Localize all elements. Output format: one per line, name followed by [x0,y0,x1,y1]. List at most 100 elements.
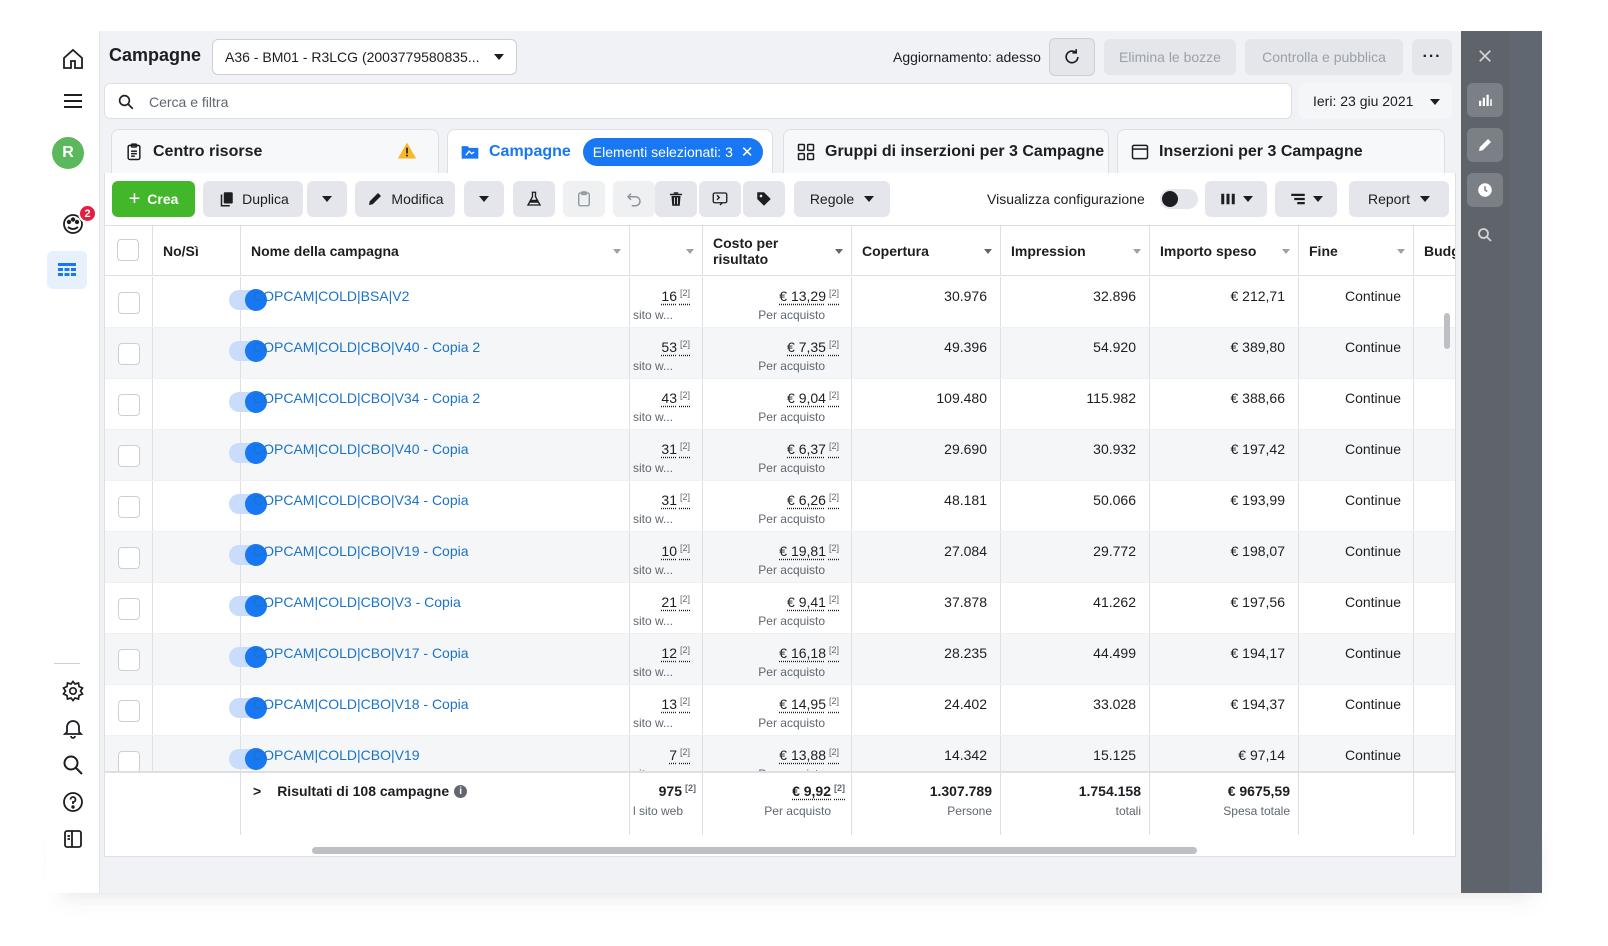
home-icon[interactable] [51,41,95,77]
search-input[interactable] [149,92,749,112]
create-button[interactable]: + Crea [112,181,195,217]
date-range-picker[interactable]: Ieri: 23 giu 2021 [1299,83,1452,119]
row-checkbox[interactable] [118,700,140,722]
cost-value[interactable]: € 6,37 [2] [787,441,839,457]
more-options-button[interactable]: ··· [1412,39,1452,75]
warning-icon[interactable] [397,141,417,161]
row-checkbox[interactable] [118,394,140,416]
column-spent[interactable]: Importo speso [1150,226,1299,276]
tab-campaigns[interactable]: Campagne Elementi selezionati: 3 ✕ [447,129,773,173]
results-value[interactable]: 31 [2] [661,492,690,508]
campaign-name-link[interactable]: COPCAM|COLD|CBO|V17 - Copia [253,645,469,661]
results-value[interactable]: 31 [2] [661,441,690,457]
totals-label-cell[interactable]: > Risultati di 108 campagne i [241,773,630,835]
campaign-name-link[interactable]: COPCAM|COLD|CBO|V19 - Copia [253,543,469,559]
pencil-icon[interactable] [1467,128,1503,162]
info-icon[interactable]: i [454,784,468,798]
table-row[interactable]: COPCAM|COLD|CBO|V34 - Copia 31 [2] sito w..… [105,481,1455,532]
cost-value[interactable]: € 14,95 [2] [779,696,839,712]
view-setup-toggle[interactable] [1160,189,1198,209]
selected-items-pill[interactable]: Elementi selezionati: 3 ✕ [582,137,764,166]
rules-button[interactable]: Regole [794,181,890,217]
campaign-name-link[interactable]: COPCAM|COLD|CBO|V40 - Copia 2 [253,339,480,355]
campaign-name-link[interactable]: COPCAM|COLD|CBO|V3 - Copia [253,594,461,610]
table-row[interactable]: COPCAM|COLD|CBO|V40 - Copia 31 [2] sito w..… [105,430,1455,481]
duplicate-button[interactable]: Duplica [203,181,303,217]
results-value[interactable]: 13 [2] [661,696,690,712]
help-icon[interactable] [51,784,95,820]
row-checkbox[interactable] [118,649,140,671]
campaign-name-link[interactable]: COPCAM|COLD|CBO|V19 [253,747,420,763]
cost-value[interactable]: € 16,18 [2] [779,645,839,661]
row-checkbox[interactable] [118,292,140,314]
delete-button[interactable] [655,181,697,217]
row-checkbox[interactable] [118,751,140,773]
bell-icon[interactable] [51,710,95,746]
select-all-checkbox[interactable] [117,239,139,261]
campaign-name-link[interactable]: COPCAM|COLD|BSA|V2 [253,288,409,304]
undo-button[interactable] [613,181,655,217]
row-checkbox[interactable] [118,547,140,569]
search-icon[interactable] [51,747,95,783]
cost-value[interactable]: € 19,81 [2] [779,543,839,559]
tab-resource-center[interactable]: Centro risorse [111,129,439,173]
results-value[interactable]: 16 [2] [661,288,690,304]
chevron-right-icon[interactable]: > [253,783,261,799]
campaign-name-link[interactable]: COPCAM|COLD|CBO|V18 - Copia [253,696,469,712]
column-end[interactable]: Fine [1299,226,1414,276]
tab-adsets[interactable]: Gruppi di inserzioni per 3 Campagne [783,129,1109,173]
column-name[interactable]: Nome della campagna [241,226,630,276]
horizontal-scrollbar[interactable] [312,847,1197,854]
column-results[interactable] [630,226,703,276]
cost-value[interactable]: € 7,35 [2] [787,339,839,355]
table-row[interactable]: COPCAM|COLD|CBO|V18 - Copia 13 [2] sito w..… [105,685,1455,736]
column-toggle[interactable]: No/Sì [153,226,241,276]
campaigns-table-icon[interactable] [47,251,87,289]
menu-icon[interactable] [51,83,95,119]
column-reach[interactable]: Copertura [852,226,1001,276]
results-value[interactable]: 21 [2] [661,594,690,610]
cost-value[interactable]: € 13,88 [2] [779,747,839,763]
ab-test-button[interactable] [513,181,555,217]
zoom-icon[interactable] [1467,218,1503,252]
table-row[interactable]: COPCAM|COLD|CBO|V40 - Copia 2 53 [2] sito w… [105,328,1455,379]
results-value[interactable]: 12 [2] [661,645,690,661]
row-checkbox[interactable] [118,445,140,467]
vertical-scrollbar[interactable] [1444,313,1450,349]
clock-icon[interactable] [1467,173,1503,207]
column-cost[interactable]: Costo per risultato [703,226,852,276]
close-icon[interactable]: ✕ [741,143,754,161]
results-value[interactable]: 10 [2] [661,543,690,559]
bar-chart-icon[interactable] [1467,83,1503,117]
table-row[interactable]: COPCAM|COLD|BSA|V2 16 [2] sito w... € 13,29[… [105,277,1455,328]
column-impressions[interactable]: Impression [1001,226,1150,276]
results-value[interactable]: 7 [2] [669,747,690,763]
table-row[interactable]: COPCAM|COLD|CBO|V19 - Copia 10 [2] sito w..… [105,532,1455,583]
cost-value[interactable]: € 6,26 [2] [787,492,839,508]
account-selector[interactable]: A36 - BM01 - R3LCG (2003779580835... [212,39,517,75]
preview-button[interactable] [699,181,741,217]
settings-icon[interactable] [51,673,95,709]
table-row[interactable]: COPCAM|COLD|CBO|V34 - Copia 2 43 [2] sito w… [105,379,1455,430]
tab-ads[interactable]: Inserzioni per 3 Campagne [1117,129,1445,173]
cost-value[interactable]: € 9,04 [2] [787,390,839,406]
row-checkbox[interactable] [118,496,140,518]
duplicate-dropdown[interactable] [307,181,347,217]
campaign-name-link[interactable]: COPCAM|COLD|CBO|V40 - Copia [253,441,469,457]
discard-drafts-button[interactable]: Elimina le bozze [1104,39,1236,75]
cost-value[interactable]: € 9,41 [2] [787,594,839,610]
column-budget[interactable]: Budg [1414,226,1455,276]
results-value[interactable]: 53 [2] [661,339,690,355]
table-row[interactable]: COPCAM|COLD|CBO|V17 - Copia 12 [2] sito w..… [105,634,1455,685]
row-checkbox[interactable] [118,343,140,365]
campaign-name-link[interactable]: COPCAM|COLD|CBO|V34 - Copia 2 [253,390,480,406]
columns-button[interactable] [1205,181,1267,217]
close-icon[interactable] [1467,39,1503,73]
tag-button[interactable] [743,181,785,217]
side-panel-icon[interactable] [51,821,95,857]
review-publish-button[interactable]: Controlla e pubblica [1245,39,1403,75]
row-checkbox[interactable] [118,598,140,620]
breakdown-button[interactable] [1275,181,1337,217]
account-avatar[interactable]: R [52,137,84,169]
edit-button[interactable]: Modifica [355,181,455,217]
